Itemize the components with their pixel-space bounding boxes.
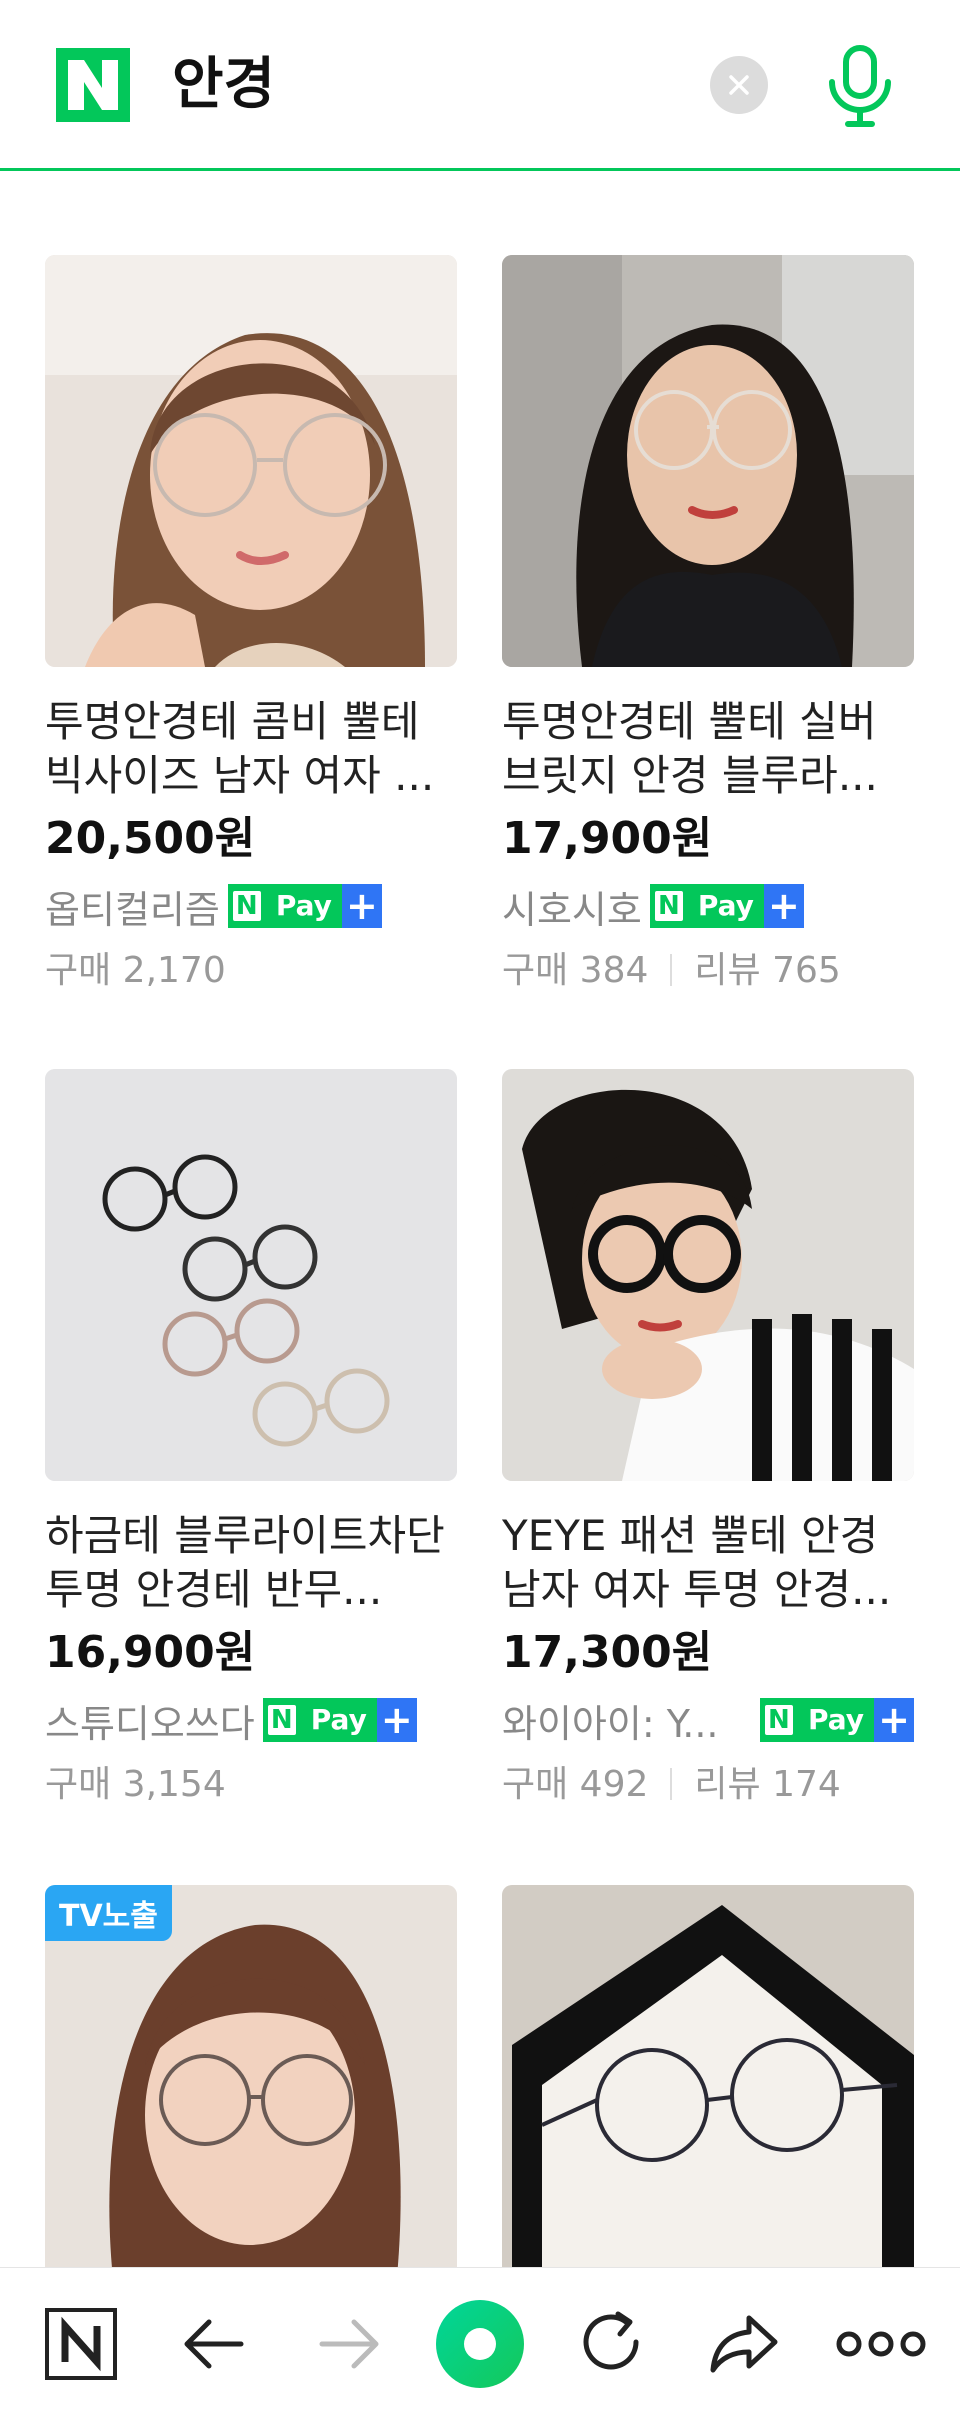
product-card[interactable]: 투명안경테 콤비 뿔테 빅사이즈 남자 여자 ... 20,500원 옵티컬리즘…	[45, 255, 457, 995]
npay-n-icon: N	[227, 884, 266, 928]
product-stats: 구매 2,170	[45, 947, 457, 995]
review-count: 리뷰 765	[694, 950, 841, 991]
product-card[interactable]: TV노출	[45, 1885, 457, 2297]
store-name[interactable]: 와이아이: Y...	[502, 1693, 718, 1748]
clear-search-button[interactable]	[710, 56, 768, 114]
mic-icon[interactable]	[822, 44, 898, 130]
plus-icon: +	[874, 1698, 914, 1742]
more-icon[interactable]	[833, 2304, 929, 2384]
bottom-navigation-bar	[0, 2267, 960, 2421]
share-icon[interactable]	[705, 2304, 785, 2384]
product-image[interactable]	[45, 1069, 457, 1481]
purchase-count: 구매 2,170	[45, 950, 226, 991]
product-card[interactable]: 하금테 블루라이트차단 투명 안경테 반무... 16,900원 스튜디오쓰다 …	[45, 1069, 457, 1809]
product-title[interactable]: 하금테 블루라이트차단 투명 안경테 반무...	[45, 1509, 457, 1617]
product-title[interactable]: 투명안경테 뿔테 실버 브릿지 안경 블루라...	[502, 695, 914, 803]
review-count: 리뷰 174	[694, 1764, 841, 1805]
product-title[interactable]: YEYE 패션 뿔테 안경 남자 여자 투명 안경...	[502, 1509, 914, 1617]
store-row: 와이아이: Y... N Pay +	[502, 1693, 914, 1747]
product-image[interactable]	[45, 255, 457, 667]
product-price: 20,500원	[45, 813, 256, 864]
refresh-icon[interactable]	[572, 2304, 652, 2384]
purchase-count: 구매 492	[502, 1764, 649, 1805]
npay-plus-badge: N Pay +	[649, 884, 804, 928]
tv-exposure-badge: TV노출	[45, 1885, 172, 1941]
purchase-count: 구매 3,154	[45, 1764, 226, 1805]
search-query-text[interactable]: 안경	[172, 48, 275, 122]
product-card[interactable]: YEYE 패션 뿔테 안경 남자 여자 투명 안경... 17,300원 와이아…	[502, 1069, 914, 1809]
back-icon[interactable]	[175, 2304, 255, 2384]
purchase-count: 구매 384	[502, 950, 649, 991]
npay-label: Pay	[300, 1698, 377, 1742]
product-stats: 구매 384 리뷰 765	[502, 947, 914, 995]
npay-plus-badge: N Pay +	[227, 884, 382, 928]
npay-plus-badge: N Pay +	[759, 1698, 914, 1742]
plus-icon: +	[763, 884, 804, 928]
store-name[interactable]: 스튜디오쓰다	[45, 1693, 255, 1748]
store-name[interactable]: 옵티컬리즘	[45, 879, 220, 934]
product-image[interactable]	[502, 1885, 914, 2297]
stats-divider	[670, 1768, 673, 1800]
home-n-icon[interactable]	[41, 2304, 121, 2384]
product-image[interactable]: TV노출	[45, 1885, 457, 2297]
store-row: 시호시호 N Pay +	[502, 879, 914, 933]
product-title[interactable]: 투명안경테 콤비 뿔테 빅사이즈 남자 여자 ...	[45, 695, 457, 803]
naver-logo-icon[interactable]	[56, 48, 130, 122]
product-price: 16,900원	[45, 1627, 256, 1678]
product-image[interactable]	[502, 1069, 914, 1481]
plus-icon: +	[341, 884, 382, 928]
npay-label: Pay	[265, 884, 342, 928]
npay-label: Pay	[797, 1698, 874, 1742]
product-price: 17,300원	[502, 1627, 713, 1678]
product-stats: 구매 3,154	[45, 1761, 457, 1809]
product-price: 17,900원	[502, 813, 713, 864]
npay-n-icon: N	[262, 1698, 301, 1742]
green-dot-icon[interactable]	[432, 2296, 528, 2392]
clear-icon	[729, 75, 749, 95]
npay-n-icon: N	[649, 884, 688, 928]
product-image[interactable]	[502, 255, 914, 667]
npay-plus-badge: N Pay +	[262, 1698, 417, 1742]
product-card[interactable]: 투명안경테 뿔테 실버 브릿지 안경 블루라... 17,900원 시호시호 N…	[502, 255, 914, 995]
stats-divider	[670, 954, 673, 986]
npay-label: Pay	[687, 884, 764, 928]
store-row: 옵티컬리즘 N Pay +	[45, 879, 457, 933]
plus-icon: +	[376, 1698, 417, 1742]
store-row: 스튜디오쓰다 N Pay +	[45, 1693, 457, 1747]
product-card[interactable]	[502, 1885, 914, 2297]
search-header: 안경	[0, 0, 960, 171]
npay-n-icon: N	[759, 1698, 798, 1742]
product-stats: 구매 492 리뷰 174	[502, 1761, 914, 1809]
store-name[interactable]: 시호시호	[502, 879, 642, 934]
forward-icon	[319, 2319, 379, 2369]
